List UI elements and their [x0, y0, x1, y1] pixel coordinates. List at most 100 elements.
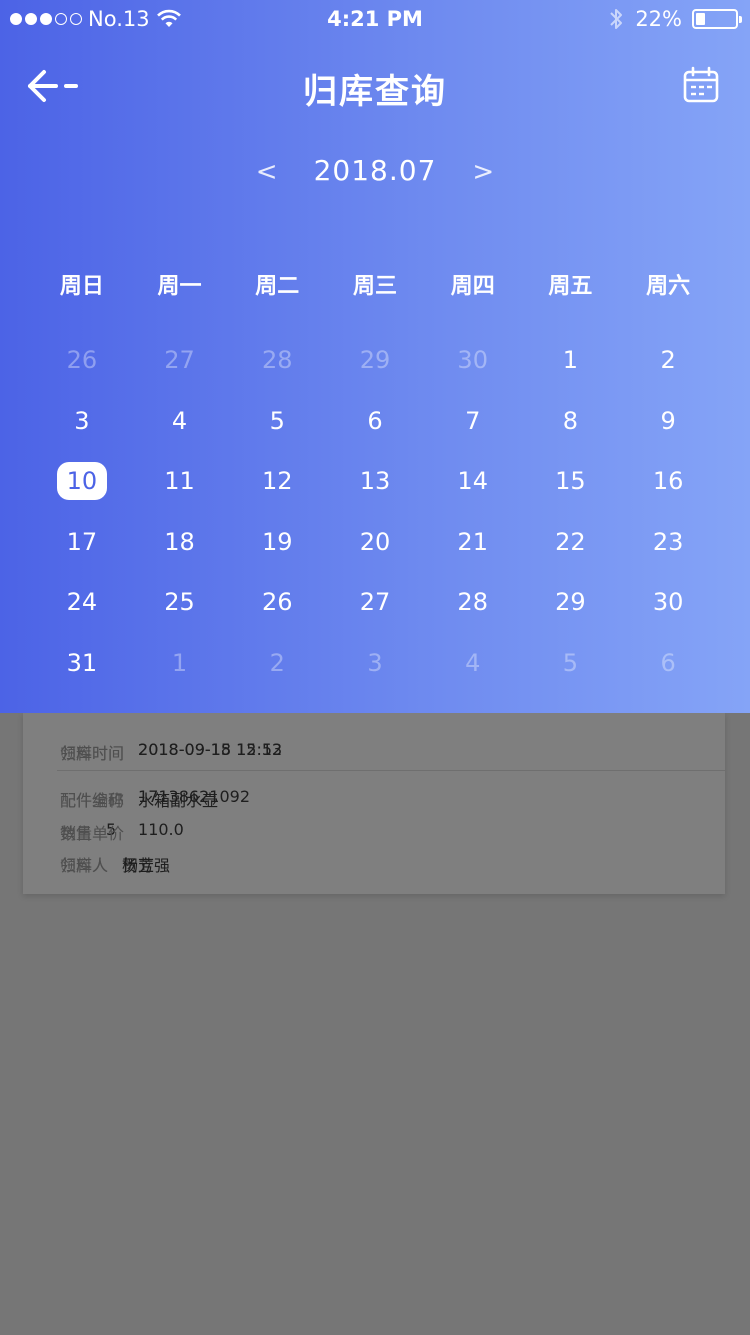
day-number: 26	[66, 346, 98, 375]
calendar-day[interactable]: 4	[424, 633, 522, 694]
day-number: 9	[660, 406, 676, 435]
day-number: 29	[555, 588, 586, 617]
calendar-day[interactable]: 3	[33, 391, 131, 452]
weekday-label: 周二	[255, 274, 300, 299]
part-name-row: 配件全称 水箱副水壶	[60, 787, 218, 811]
calendar-day[interactable]: 27	[326, 572, 424, 633]
price-row: 销售单价 110.0	[60, 820, 184, 844]
calendar-day[interactable]: 7	[424, 391, 522, 452]
day-number: 6	[660, 648, 676, 677]
calendar-panel: No.13 4:21 PM 22% 归库查询 < 2018.07 > 周日 周一…	[0, 0, 750, 713]
calendar-day[interactable]: 30	[424, 330, 522, 391]
day-number: 21	[457, 527, 488, 556]
calendar-day[interactable]: 5	[228, 391, 326, 452]
calendar-day[interactable]: 3	[326, 633, 424, 694]
status-bar: No.13 4:21 PM 22%	[0, 0, 750, 40]
calendar-day[interactable]: 2	[228, 633, 326, 694]
calendar-day[interactable]: 1	[131, 633, 229, 694]
day-number: 6	[367, 406, 383, 435]
day-number: 3	[367, 648, 383, 677]
calendar-day[interactable]: 31	[33, 633, 131, 694]
day-number: 27	[164, 346, 195, 375]
calendar-day[interactable]: 26	[33, 330, 131, 391]
calendar-day-selected[interactable]: 10	[33, 451, 131, 512]
nav-bar: 归库查询	[0, 60, 750, 120]
calendar-day[interactable]: 26	[228, 572, 326, 633]
calendar-day[interactable]: 9	[619, 391, 717, 452]
next-month-button[interactable]: >	[463, 157, 503, 187]
day-number: 29	[359, 346, 391, 375]
day-number: 30	[652, 588, 684, 617]
calendar-day[interactable]: 19	[228, 512, 326, 573]
page-title: 归库查询	[303, 72, 447, 112]
calendar-day[interactable]: 15	[522, 451, 620, 512]
day-number: 15	[555, 467, 586, 496]
weekday-label: 周四	[450, 274, 495, 299]
weekday-label: 周日	[59, 274, 104, 299]
day-number: 1	[562, 346, 579, 375]
day-number: 30	[457, 346, 488, 375]
calendar-day[interactable]: 13	[326, 451, 424, 512]
calendar-day[interactable]: 16	[619, 451, 717, 512]
calendar-day[interactable]: 8	[522, 391, 620, 452]
day-number: 25	[164, 588, 195, 617]
battery-icon	[692, 9, 742, 29]
day-number: 20	[359, 527, 391, 556]
calendar-day[interactable]: 1	[522, 330, 620, 391]
weekday-label: 周一	[157, 274, 202, 299]
calendar-day[interactable]: 22	[522, 512, 620, 573]
calendar-day[interactable]: 17	[33, 512, 131, 573]
calendar-day[interactable]: 11	[131, 451, 229, 512]
calendar-grid: 26 27 28 29 30 1 2 3 4 5 6 7 8 9 10 11 12 13 14 15 16 17 18 19 2…	[33, 330, 717, 693]
day-number: 10	[56, 462, 107, 501]
card-divider	[57, 770, 725, 771]
calendar-day[interactable]: 2	[619, 330, 717, 391]
calendar-day[interactable]: 29	[522, 572, 620, 633]
calendar-day[interactable]: 27	[131, 330, 229, 391]
calendar-day[interactable]: 12	[228, 451, 326, 512]
day-number: 14	[457, 467, 488, 496]
calendar-day[interactable]: 24	[33, 572, 131, 633]
calendar-day[interactable]: 23	[619, 512, 717, 573]
day-number: 13	[359, 467, 391, 496]
battery-percent: 22%	[635, 7, 682, 31]
day-number: 26	[262, 588, 293, 617]
calendar-day[interactable]: 21	[424, 512, 522, 573]
day-number: 4	[465, 648, 481, 677]
calendar-day[interactable]: 6	[619, 633, 717, 694]
part-name-value: 水箱副水壶	[138, 791, 219, 810]
status-right: 22%	[607, 7, 742, 31]
calendar-day[interactable]: 4	[131, 391, 229, 452]
day-number: 12	[262, 467, 293, 496]
weekday-label: 周六	[646, 274, 691, 299]
day-number: 27	[359, 588, 391, 617]
calendar-day[interactable]: 25	[131, 572, 229, 633]
screen: 领料时间 2018-09-15 12:52 归库时间 2018-09-18 15…	[0, 0, 750, 1335]
day-number: 3	[74, 406, 90, 435]
record-card[interactable]: 领料时间 2018-09-15 12:52 归库时间 2018-09-18 15…	[23, 713, 725, 894]
calendar-day[interactable]: 29	[326, 330, 424, 391]
return-time-label: 归库时间	[60, 744, 125, 763]
day-number: 5	[562, 648, 579, 677]
returner-label: 归库人	[60, 856, 109, 875]
calendar-day[interactable]: 18	[131, 512, 229, 573]
day-number: 22	[555, 527, 586, 556]
day-number: 28	[457, 588, 488, 617]
day-number: 16	[652, 467, 684, 496]
calendar-day[interactable]: 5	[522, 633, 620, 694]
weekday-header: 周日 周一 周二 周三 周四 周五 周六	[33, 268, 717, 300]
day-number: 7	[465, 406, 481, 435]
calendar-day[interactable]: 28	[424, 572, 522, 633]
calendar-day[interactable]: 30	[619, 572, 717, 633]
calendar-icon[interactable]	[682, 66, 720, 104]
day-number: 1	[171, 648, 188, 677]
calendar-day[interactable]: 14	[424, 451, 522, 512]
prev-month-button[interactable]: <	[247, 157, 287, 187]
day-number: 23	[652, 527, 684, 556]
day-number: 17	[66, 527, 98, 556]
day-number: 18	[164, 527, 195, 556]
calendar-day[interactable]: 6	[326, 391, 424, 452]
calendar-day[interactable]: 28	[228, 330, 326, 391]
day-number: 24	[66, 588, 98, 617]
calendar-day[interactable]: 20	[326, 512, 424, 573]
